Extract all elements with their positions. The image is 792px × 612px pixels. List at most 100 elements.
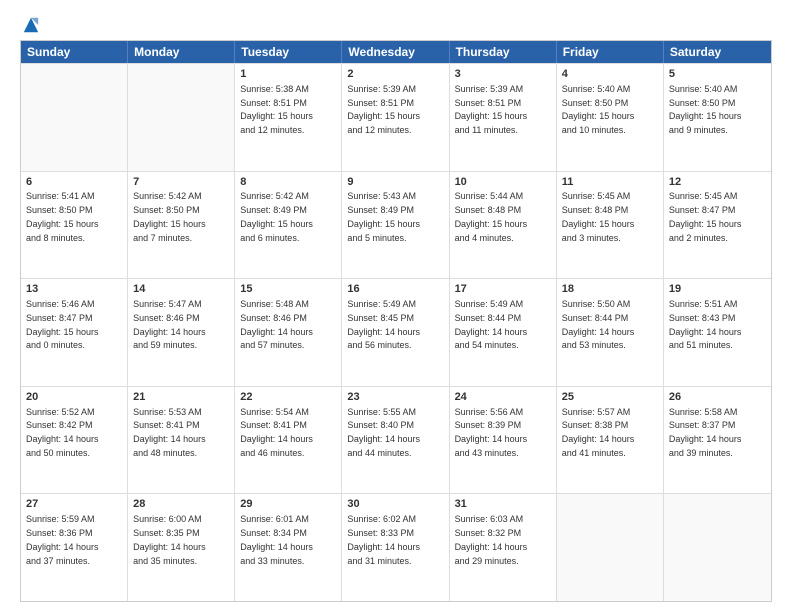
day-number: 16: [347, 282, 443, 297]
calendar-cell: 1 Sunrise: 5:38 AM Sunset: 8:51 PM Daylig…: [235, 64, 342, 171]
header-cell-sunday: Sunday: [21, 41, 128, 63]
calendar-cell: 4 Sunrise: 5:40 AM Sunset: 8:50 PM Daylig…: [557, 64, 664, 171]
day-content: Sunrise: 5:58 AM Sunset: 8:37 PM Dayligh…: [669, 407, 742, 458]
calendar-cell: [128, 64, 235, 171]
calendar-cell: 5 Sunrise: 5:40 AM Sunset: 8:50 PM Daylig…: [664, 64, 771, 171]
logo: [20, 18, 40, 32]
calendar-cell: [557, 494, 664, 601]
day-content: Sunrise: 6:02 AM Sunset: 8:33 PM Dayligh…: [347, 514, 420, 565]
day-content: Sunrise: 5:39 AM Sunset: 8:51 PM Dayligh…: [455, 84, 528, 135]
day-number: 9: [347, 175, 443, 190]
day-content: Sunrise: 6:03 AM Sunset: 8:32 PM Dayligh…: [455, 514, 528, 565]
day-number: 19: [669, 282, 766, 297]
day-number: 1: [240, 67, 336, 82]
day-number: 8: [240, 175, 336, 190]
header-cell-monday: Monday: [128, 41, 235, 63]
day-number: 2: [347, 67, 443, 82]
calendar-cell: 27Sunrise: 5:59 AM Sunset: 8:36 PM Dayli…: [21, 494, 128, 601]
day-content: Sunrise: 6:00 AM Sunset: 8:35 PM Dayligh…: [133, 514, 206, 565]
header-cell-wednesday: Wednesday: [342, 41, 449, 63]
day-content: Sunrise: 5:48 AM Sunset: 8:46 PM Dayligh…: [240, 299, 313, 350]
header: [20, 18, 772, 32]
day-number: 13: [26, 282, 122, 297]
day-content: Sunrise: 5:42 AM Sunset: 8:50 PM Dayligh…: [133, 191, 206, 242]
day-content: Sunrise: 6:01 AM Sunset: 8:34 PM Dayligh…: [240, 514, 313, 565]
header-cell-tuesday: Tuesday: [235, 41, 342, 63]
day-content: Sunrise: 5:47 AM Sunset: 8:46 PM Dayligh…: [133, 299, 206, 350]
calendar-cell: 26 Sunrise: 5:58 AM Sunset: 8:37 PM Dayli…: [664, 387, 771, 494]
calendar-week-1: 1 Sunrise: 5:38 AM Sunset: 8:51 PM Daylig…: [21, 63, 771, 171]
day-content: Sunrise: 5:42 AM Sunset: 8:49 PM Dayligh…: [240, 191, 313, 242]
calendar-cell: 3Sunrise: 5:39 AM Sunset: 8:51 PM Daylig…: [450, 64, 557, 171]
header-cell-thursday: Thursday: [450, 41, 557, 63]
calendar: SundayMondayTuesdayWednesdayThursdayFrid…: [20, 40, 772, 602]
calendar-cell: 12Sunrise: 5:45 AM Sunset: 8:47 PM Dayli…: [664, 172, 771, 279]
day-number: 30: [347, 497, 443, 512]
calendar-cell: 29 Sunrise: 6:01 AM Sunset: 8:34 PM Dayli…: [235, 494, 342, 601]
calendar-week-3: 13 Sunrise: 5:46 AM Sunset: 8:47 PM Dayli…: [21, 278, 771, 386]
day-content: Sunrise: 5:43 AM Sunset: 8:49 PM Dayligh…: [347, 191, 420, 242]
calendar-cell: 14 Sunrise: 5:47 AM Sunset: 8:46 PM Dayli…: [128, 279, 235, 386]
day-content: Sunrise: 5:45 AM Sunset: 8:47 PM Dayligh…: [669, 191, 742, 242]
day-content: Sunrise: 5:57 AM Sunset: 8:38 PM Dayligh…: [562, 407, 635, 458]
day-number: 26: [669, 390, 766, 405]
calendar-week-5: 27Sunrise: 5:59 AM Sunset: 8:36 PM Dayli…: [21, 493, 771, 601]
day-content: Sunrise: 5:53 AM Sunset: 8:41 PM Dayligh…: [133, 407, 206, 458]
day-number: 21: [133, 390, 229, 405]
day-content: Sunrise: 5:50 AM Sunset: 8:44 PM Dayligh…: [562, 299, 635, 350]
day-number: 23: [347, 390, 443, 405]
calendar-cell: 18 Sunrise: 5:50 AM Sunset: 8:44 PM Dayli…: [557, 279, 664, 386]
page: SundayMondayTuesdayWednesdayThursdayFrid…: [0, 0, 792, 612]
day-number: 14: [133, 282, 229, 297]
calendar-cell: 11Sunrise: 5:45 AM Sunset: 8:48 PM Dayli…: [557, 172, 664, 279]
calendar-cell: 25 Sunrise: 5:57 AM Sunset: 8:38 PM Dayli…: [557, 387, 664, 494]
calendar-cell: 8Sunrise: 5:42 AM Sunset: 8:49 PM Daylig…: [235, 172, 342, 279]
day-content: Sunrise: 5:51 AM Sunset: 8:43 PM Dayligh…: [669, 299, 742, 350]
calendar-cell: 16 Sunrise: 5:49 AM Sunset: 8:45 PM Dayli…: [342, 279, 449, 386]
day-number: 5: [669, 67, 766, 82]
calendar-cell: 9Sunrise: 5:43 AM Sunset: 8:49 PM Daylig…: [342, 172, 449, 279]
day-content: Sunrise: 5:40 AM Sunset: 8:50 PM Dayligh…: [562, 84, 635, 135]
day-content: Sunrise: 5:40 AM Sunset: 8:50 PM Dayligh…: [669, 84, 742, 135]
day-number: 6: [26, 175, 122, 190]
calendar-cell: 22Sunrise: 5:54 AM Sunset: 8:41 PM Dayli…: [235, 387, 342, 494]
calendar-cell: [664, 494, 771, 601]
day-number: 10: [455, 175, 551, 190]
calendar-cell: 30 Sunrise: 6:02 AM Sunset: 8:33 PM Dayli…: [342, 494, 449, 601]
calendar-cell: 6Sunrise: 5:41 AM Sunset: 8:50 PM Daylig…: [21, 172, 128, 279]
calendar-header: SundayMondayTuesdayWednesdayThursdayFrid…: [21, 41, 771, 63]
day-content: Sunrise: 5:59 AM Sunset: 8:36 PM Dayligh…: [26, 514, 99, 565]
logo-icon: [22, 16, 40, 34]
day-number: 20: [26, 390, 122, 405]
day-content: Sunrise: 5:41 AM Sunset: 8:50 PM Dayligh…: [26, 191, 99, 242]
day-number: 24: [455, 390, 551, 405]
day-number: 28: [133, 497, 229, 512]
calendar-cell: 20 Sunrise: 5:52 AM Sunset: 8:42 PM Dayli…: [21, 387, 128, 494]
day-number: 18: [562, 282, 658, 297]
calendar-cell: 15 Sunrise: 5:48 AM Sunset: 8:46 PM Dayli…: [235, 279, 342, 386]
day-number: 29: [240, 497, 336, 512]
day-number: 4: [562, 67, 658, 82]
calendar-cell: 17 Sunrise: 5:49 AM Sunset: 8:44 PM Dayli…: [450, 279, 557, 386]
day-number: 22: [240, 390, 336, 405]
day-content: Sunrise: 5:38 AM Sunset: 8:51 PM Dayligh…: [240, 84, 313, 135]
day-content: Sunrise: 5:55 AM Sunset: 8:40 PM Dayligh…: [347, 407, 420, 458]
calendar-cell: [21, 64, 128, 171]
calendar-cell: 31Sunrise: 6:03 AM Sunset: 8:32 PM Dayli…: [450, 494, 557, 601]
calendar-cell: 2 Sunrise: 5:39 AM Sunset: 8:51 PM Daylig…: [342, 64, 449, 171]
day-content: Sunrise: 5:49 AM Sunset: 8:45 PM Dayligh…: [347, 299, 420, 350]
day-number: 15: [240, 282, 336, 297]
day-content: Sunrise: 5:56 AM Sunset: 8:39 PM Dayligh…: [455, 407, 528, 458]
calendar-cell: 24 Sunrise: 5:56 AM Sunset: 8:39 PM Dayli…: [450, 387, 557, 494]
header-cell-saturday: Saturday: [664, 41, 771, 63]
day-content: Sunrise: 5:52 AM Sunset: 8:42 PM Dayligh…: [26, 407, 99, 458]
calendar-week-2: 6Sunrise: 5:41 AM Sunset: 8:50 PM Daylig…: [21, 171, 771, 279]
day-number: 17: [455, 282, 551, 297]
header-cell-friday: Friday: [557, 41, 664, 63]
day-content: Sunrise: 5:39 AM Sunset: 8:51 PM Dayligh…: [347, 84, 420, 135]
calendar-cell: 19 Sunrise: 5:51 AM Sunset: 8:43 PM Dayli…: [664, 279, 771, 386]
calendar-cell: 28 Sunrise: 6:00 AM Sunset: 8:35 PM Dayli…: [128, 494, 235, 601]
day-number: 25: [562, 390, 658, 405]
day-content: Sunrise: 5:49 AM Sunset: 8:44 PM Dayligh…: [455, 299, 528, 350]
day-content: Sunrise: 5:46 AM Sunset: 8:47 PM Dayligh…: [26, 299, 99, 350]
